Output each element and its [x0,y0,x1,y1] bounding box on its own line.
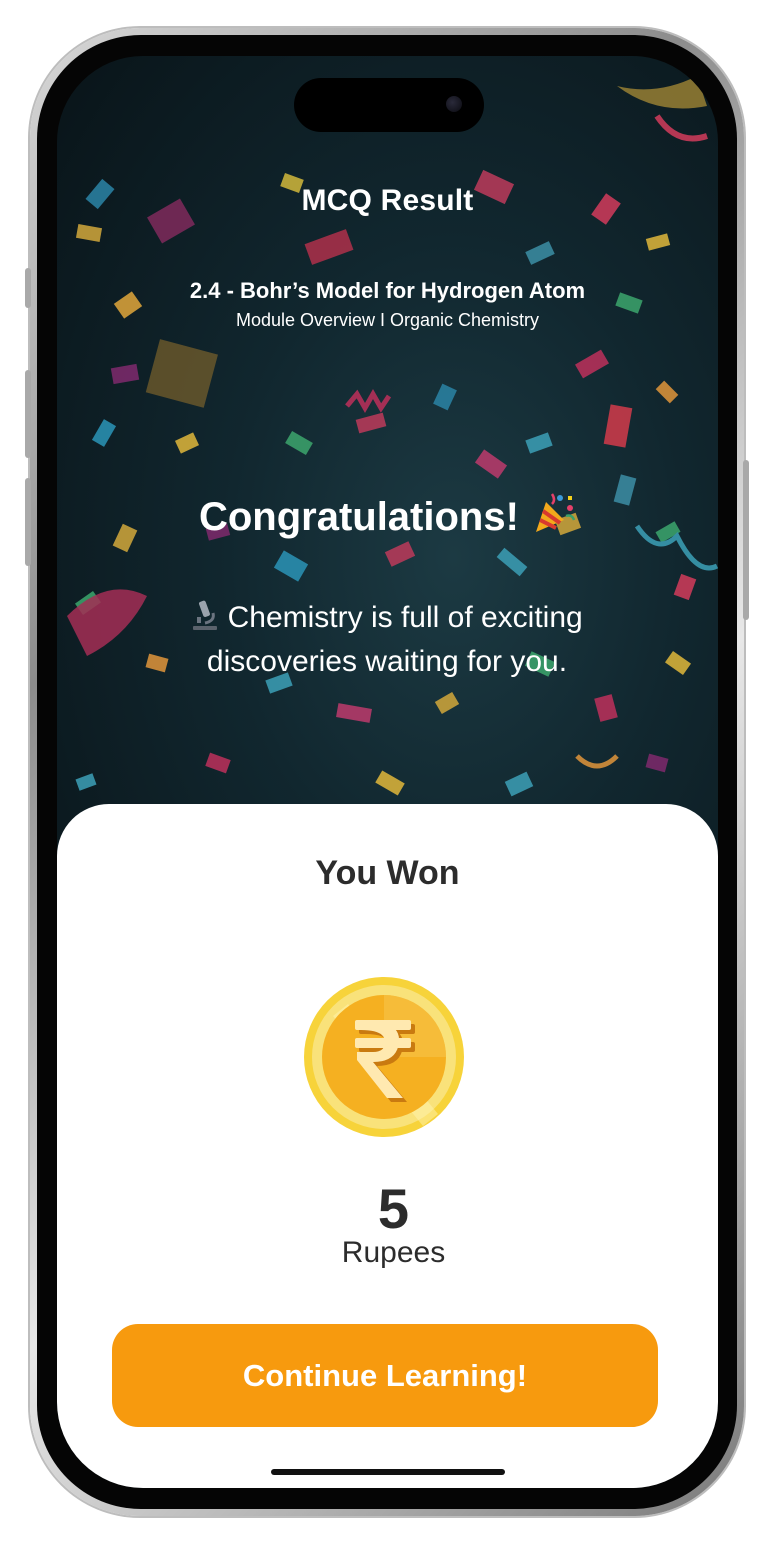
microscope-icon [191,596,219,640]
reward-unit: Rupees [341,1236,446,1269]
module-subtitle: Module Overview I Organic Chemistry [235,310,540,330]
page-title: MCQ Result [301,184,474,217]
reward-amount: 5 [377,1177,410,1240]
confetti-background [67,76,718,797]
action-button [25,268,31,308]
continue-learning-button[interactable]: Continue Learning! [112,1324,658,1427]
reward-sheet: You Won 5 Rupees Continue Learning! [57,804,718,1488]
dynamic-island [294,78,484,132]
congratulations-heading: Congratulations! [57,490,718,540]
encouragement-text: Chemistry is full of exciting discoverie… [206,601,583,678]
congratulations-text: Congratulations! [198,495,519,539]
front-camera-icon [446,96,462,112]
lesson-title: 2.4 - Bohr’s Model for Hydrogen Atom [189,278,586,303]
party-popper-icon [530,490,576,540]
home-indicator[interactable] [271,1469,505,1475]
volume-up-button [25,370,31,458]
rupee-coin-icon [304,977,464,1137]
reward-label: You Won [315,854,460,892]
volume-down-button [25,478,31,566]
app-screen: MCQ Result 2.4 - Bohr’s Model for Hydrog… [57,56,718,1488]
encouragement-message: Chemistry is full of exciting discoverie… [147,596,627,684]
power-button [743,460,749,620]
